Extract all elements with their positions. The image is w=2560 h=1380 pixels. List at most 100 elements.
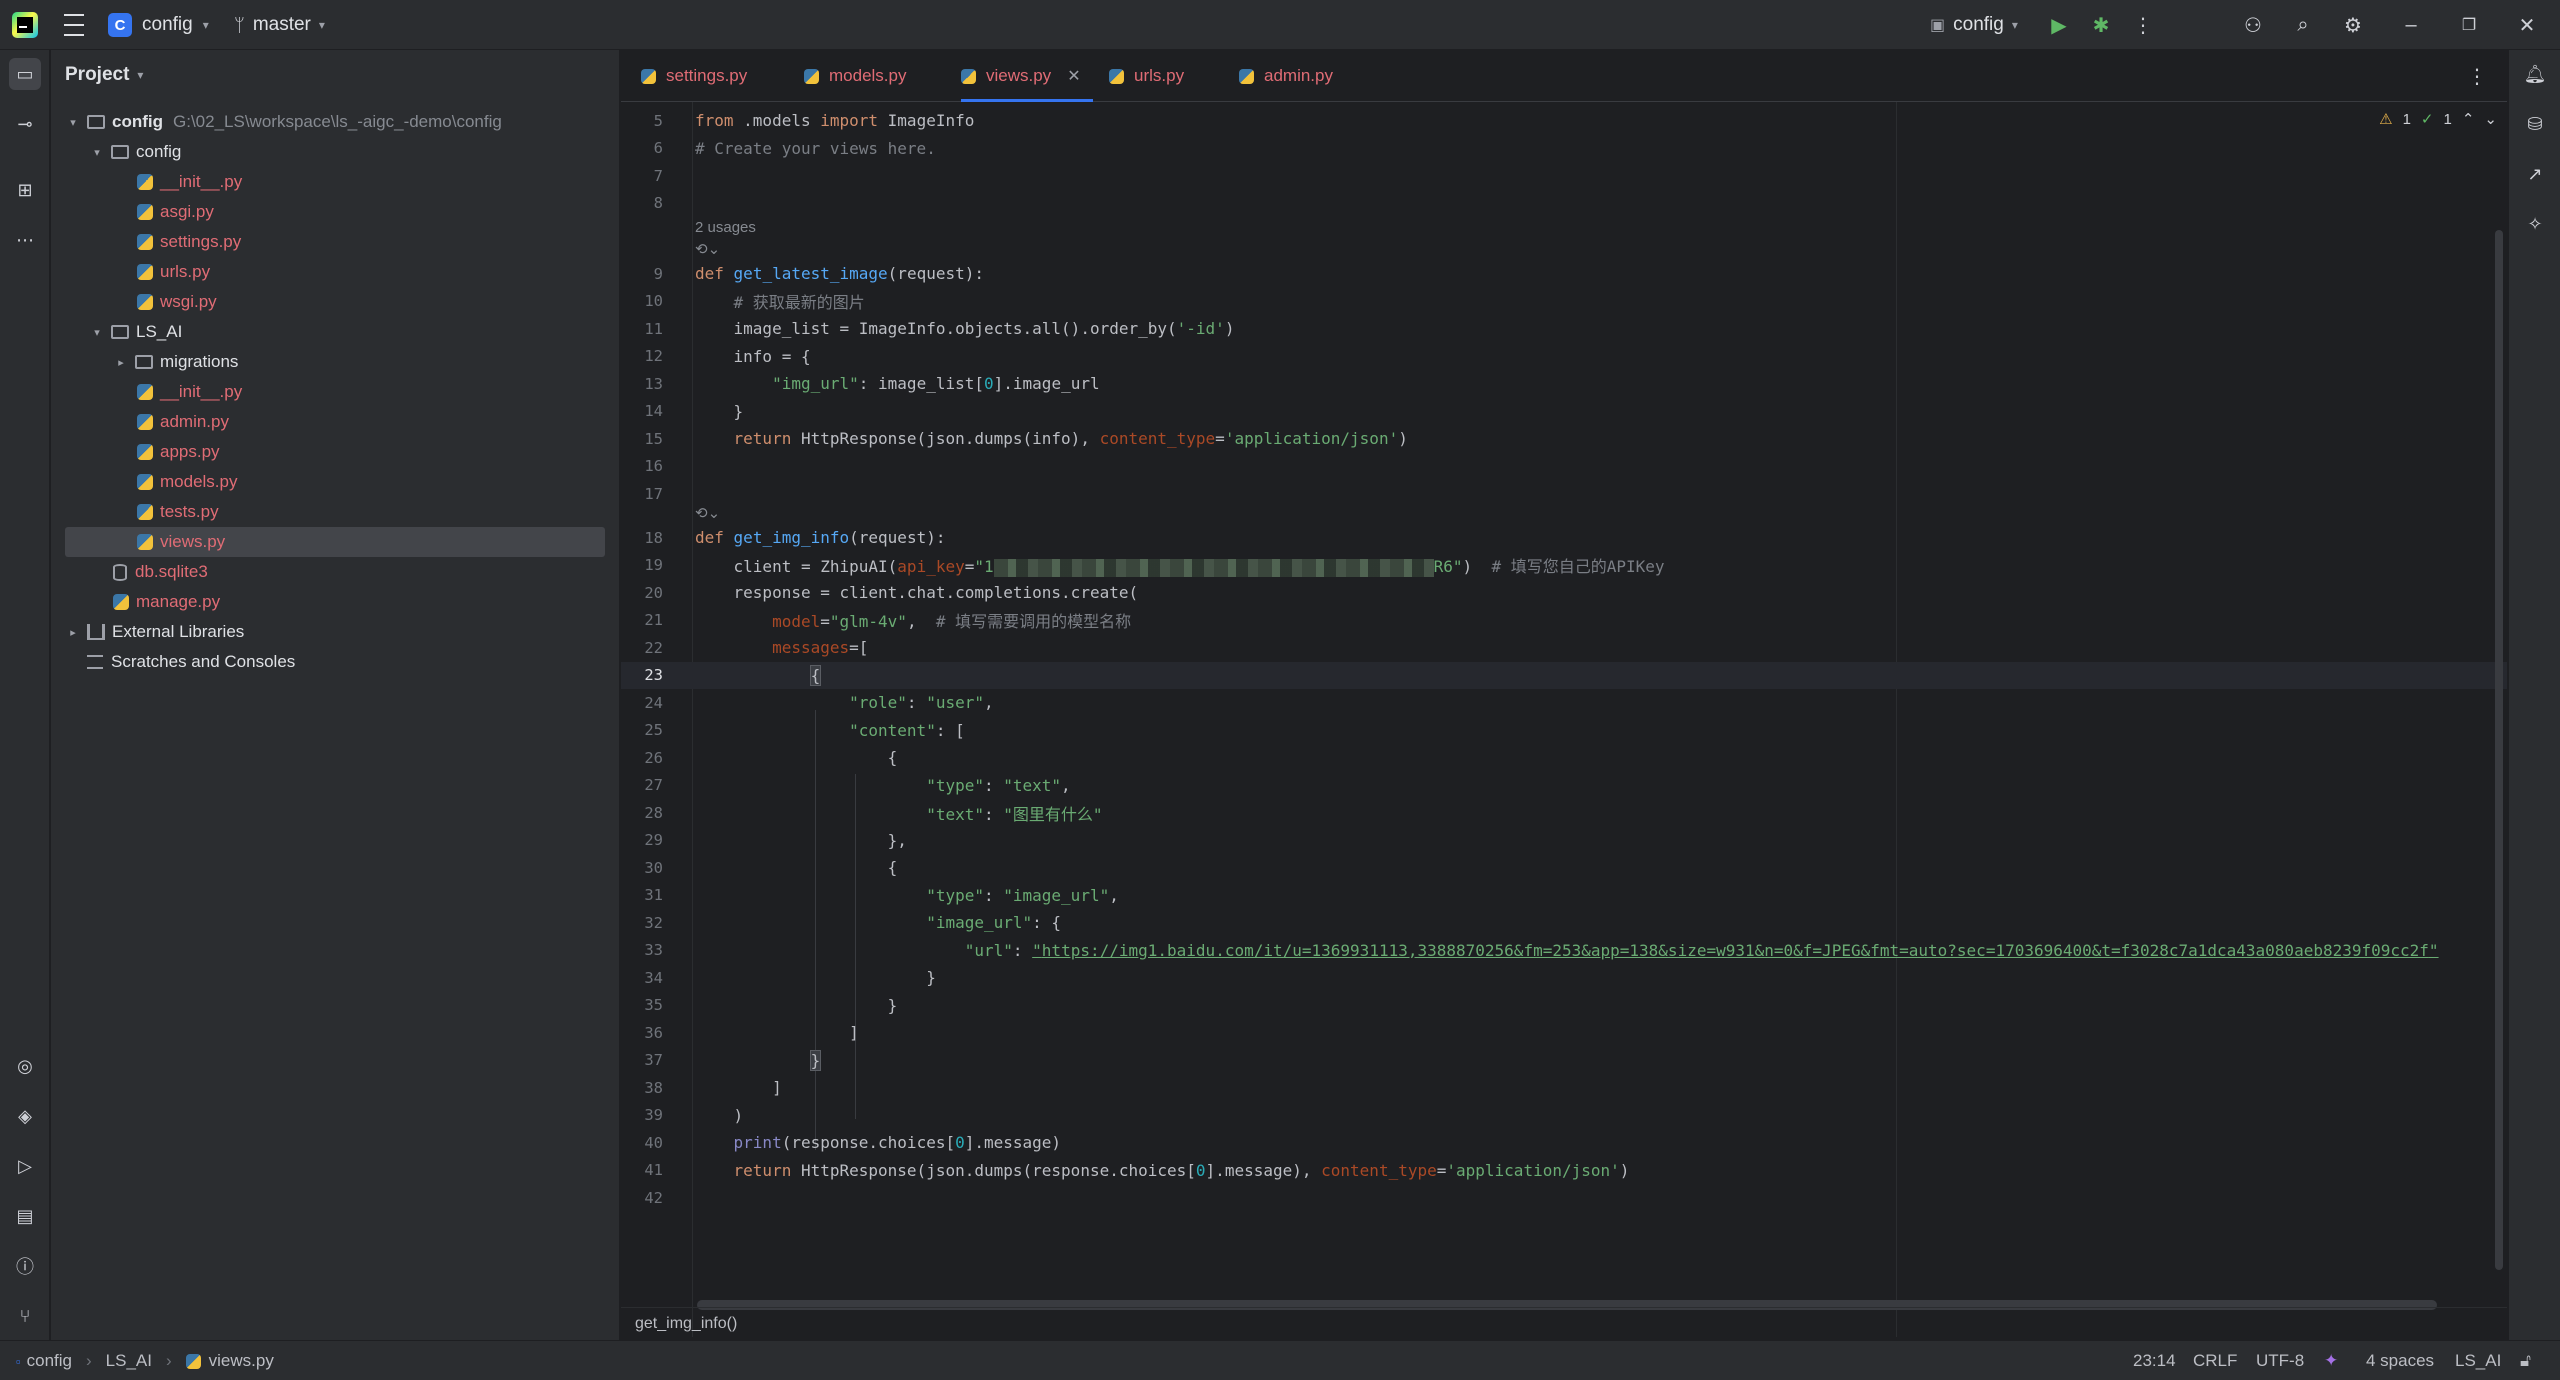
tree-item-file-selected[interactable]: views.py: [65, 527, 605, 557]
tree-item-file[interactable]: __init__.py: [65, 377, 605, 407]
python-file-icon: [641, 68, 656, 84]
code-line: 35 }: [621, 992, 2507, 1020]
terminal-icon[interactable]: ▤: [9, 1200, 41, 1232]
line-separator-text: CRLF: [2193, 1351, 2238, 1370]
caret-position-text: 23:14: [2133, 1351, 2176, 1370]
tree-item-scratches[interactable]: Scratches and Consoles: [65, 647, 605, 677]
tab-settings-py[interactable]: settings.py: [641, 50, 747, 102]
tree-item-file[interactable]: manage.py: [65, 587, 605, 617]
tree-item-folder[interactable]: ▸ migrations: [65, 347, 605, 377]
commit-tool-icon[interactable]: ⊸: [9, 108, 41, 140]
python-file-icon: [137, 414, 153, 430]
tree-item-file[interactable]: settings.py: [65, 227, 605, 257]
tree-label: config: [136, 142, 182, 161]
problems-icon[interactable]: ⓘ: [9, 1250, 41, 1282]
tabs-more-icon[interactable]: ⋮: [2467, 64, 2487, 89]
layers-icon[interactable]: ◈: [9, 1100, 41, 1132]
project-tool-icon[interactable]: ▭: [9, 58, 41, 90]
project-path: G:\02_LS\workspace\ls_-aigc_-demo\config: [173, 112, 502, 131]
git-icon[interactable]: ⑂: [9, 1300, 41, 1332]
tree-item-file[interactable]: db.sqlite3: [65, 557, 605, 587]
status-breadcrumb[interactable]: ▫ config › LS_AI › views.py: [16, 1341, 274, 1380]
scratches-icon: [87, 655, 103, 669]
status-path-item[interactable]: config: [27, 1351, 72, 1371]
notifications-icon[interactable]: 🔔︎: [2521, 60, 2549, 88]
right-tool-stripe: 🔔︎ ⛁ ↗ ✧: [2508, 50, 2560, 1340]
code-comment: # Create your views here.: [695, 138, 936, 158]
tree-item-folder[interactable]: ▾ config: [65, 137, 605, 167]
tree-label: LS_AI: [136, 322, 183, 341]
tree-item-file[interactable]: __init__.py: [65, 167, 605, 197]
tab-models-py[interactable]: models.py: [804, 50, 906, 102]
indent-settings[interactable]: 4 spaces: [2366, 1341, 2434, 1380]
tree-item-file[interactable]: apps.py: [65, 437, 605, 467]
lock-icon[interactable]: 🔓︎: [2520, 1341, 2531, 1380]
tree-item-file[interactable]: asgi.py: [65, 197, 605, 227]
ai-hint-icon[interactable]: ⟲⌄: [695, 240, 720, 258]
run-icon[interactable]: ▶: [2046, 12, 2072, 38]
settings-gear-icon[interactable]: ⚙: [2340, 12, 2366, 38]
line-number: 24: [644, 693, 663, 712]
python-file-icon: [137, 384, 153, 400]
breadcrumb-function[interactable]: get_img_info(): [635, 1315, 737, 1333]
caret-position[interactable]: 23:14: [2133, 1341, 2176, 1380]
code-line-current: 23 {: [621, 661, 2507, 689]
editor-breadcrumb[interactable]: get_img_info(): [621, 1307, 2507, 1340]
database-icon[interactable]: ⛁: [2521, 110, 2549, 138]
status-bar: ▫ config › LS_AI › views.py 23:14 CRLF U…: [0, 1340, 2560, 1380]
line-separator[interactable]: CRLF: [2193, 1341, 2237, 1380]
tree-item-root[interactable]: ▾ config G:\02_LS\workspace\ls_-aigc_-de…: [65, 107, 605, 137]
main-menu-icon[interactable]: [60, 0, 88, 50]
tree-label: models.py: [160, 472, 238, 491]
tab-views-py[interactable]: views.py ✕: [961, 50, 1093, 102]
minimize-icon[interactable]: –: [2398, 12, 2424, 38]
run-config-selector[interactable]: ▣ config ▾: [1930, 0, 2018, 50]
debug-icon[interactable]: ✱: [2088, 12, 2114, 38]
tree-item-file[interactable]: urls.py: [65, 257, 605, 287]
line-number: 11: [644, 319, 663, 338]
code-area[interactable]: 5 from .models import ImageInfo 6 # Create…: [621, 102, 2507, 1337]
chevron-right-icon: ▸: [70, 626, 76, 639]
code-line: 33 "url": "https://img1.baidu.com/it/u=1…: [621, 937, 2507, 965]
file-encoding[interactable]: UTF-8: [2256, 1341, 2304, 1380]
tree-label: config: [112, 112, 163, 131]
tree-item-file[interactable]: models.py: [65, 467, 605, 497]
close-tab-icon[interactable]: ✕: [1067, 66, 1080, 86]
ai-status-icon[interactable]: ✦: [2324, 1341, 2338, 1380]
status-path-item[interactable]: views.py: [209, 1351, 274, 1371]
close-icon[interactable]: ✕: [2514, 12, 2540, 38]
status-path-item[interactable]: LS_AI: [106, 1351, 152, 1371]
python-interpreter[interactable]: LS_AI: [2455, 1341, 2501, 1380]
more-tools-icon[interactable]: ⋯: [9, 224, 41, 256]
code-with-me-icon[interactable]: ⚇: [2240, 12, 2266, 38]
code-comment: # 填写需要调用的模型名称: [935, 612, 1132, 632]
restore-icon[interactable]: ❐: [2456, 12, 2482, 38]
sciview-icon[interactable]: ↗: [2521, 160, 2549, 188]
line-number: 6: [653, 139, 663, 158]
project-panel-header[interactable]: Project ▾: [65, 64, 143, 86]
vcs-branch-selector[interactable]: ᛘ master ▾: [234, 0, 325, 50]
tab-admin-py[interactable]: admin.py: [1239, 50, 1333, 102]
tree-item-file[interactable]: tests.py: [65, 497, 605, 527]
search-icon[interactable]: ⌕: [2290, 12, 2316, 38]
tree-item-folder[interactable]: ▾ LS_AI: [65, 317, 605, 347]
tree-label: views.py: [160, 532, 226, 551]
ai-assistant-icon[interactable]: ✧: [2521, 210, 2549, 238]
tree-item-file[interactable]: wsgi.py: [65, 287, 605, 317]
code-url-link[interactable]: https://img1.baidu.com/it/u=1369931113,3…: [1042, 941, 2429, 960]
structure-tool-icon[interactable]: ⊞: [9, 174, 41, 206]
tree-item-file[interactable]: admin.py: [65, 407, 605, 437]
inlay-hint-line: ⟲⌄: [621, 238, 2507, 260]
tab-urls-py[interactable]: urls.py: [1109, 50, 1184, 102]
tree-label: urls.py: [160, 262, 211, 281]
ai-hint-icon[interactable]: ⟲⌄: [695, 504, 720, 522]
services-icon[interactable]: ▷: [9, 1150, 41, 1182]
more-vertical-icon[interactable]: ⋮: [2130, 12, 2156, 38]
vertical-scrollbar[interactable]: [2495, 230, 2503, 1270]
project-selector[interactable]: C config ▾: [108, 0, 209, 50]
project-badge: C: [108, 13, 132, 37]
usages-hint[interactable]: 2 usages: [695, 219, 756, 236]
tree-item-external-libraries[interactable]: ▸ External Libraries: [65, 617, 605, 647]
python-packages-icon[interactable]: ◎: [9, 1050, 41, 1082]
code-line: 13 "img_url": image_list[0].image_url: [621, 370, 2507, 398]
